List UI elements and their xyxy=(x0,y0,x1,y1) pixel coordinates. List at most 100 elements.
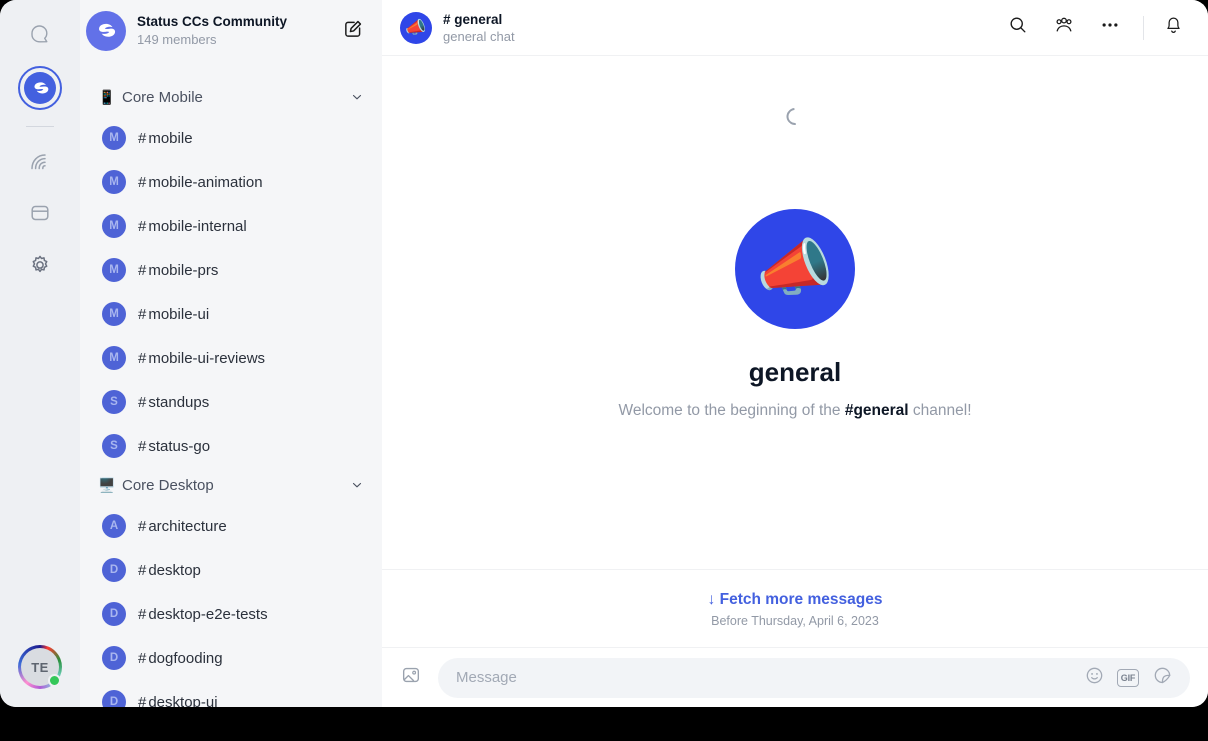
channel-list[interactable]: 📱 Core Mobile M # mobile M # mobile-animat… xyxy=(80,62,382,707)
more-options-button[interactable] xyxy=(1093,11,1127,45)
list-item[interactable]: S # status-go xyxy=(84,424,378,468)
hash-icon: # xyxy=(138,693,147,708)
channel-label: mobile-ui xyxy=(148,305,210,323)
rail-item-settings[interactable] xyxy=(20,245,60,285)
list-item[interactable]: M # mobile-ui-reviews xyxy=(84,336,378,380)
category-core-desktop[interactable]: 🖥️ Core Desktop xyxy=(80,468,382,502)
channel-intro-name: general xyxy=(748,357,842,387)
sticker-button[interactable] xyxy=(1148,664,1176,692)
hash-icon: # xyxy=(138,349,147,367)
channel-name: # standups xyxy=(138,394,209,411)
gear-icon xyxy=(28,253,52,277)
channel-name: # mobile xyxy=(138,130,193,147)
more-options-icon xyxy=(1099,14,1121,41)
channel-avatar: D xyxy=(102,646,126,670)
rail-item-status-community[interactable] xyxy=(18,66,62,110)
hash-icon: # xyxy=(138,605,147,623)
channel-name: # desktop-e2e-tests xyxy=(138,606,268,623)
hash-icon: # xyxy=(138,517,147,535)
channel-avatar: D xyxy=(102,558,126,582)
avatar[interactable]: TE xyxy=(18,645,62,689)
channel-sidebar: Status CCs Community 149 members 📱 Core … xyxy=(80,0,382,707)
search-icon xyxy=(1008,15,1028,40)
notifications-bell-icon xyxy=(1163,15,1184,41)
community-meta: Status CCs Community 149 members xyxy=(137,13,340,49)
welcome-suffix: channel! xyxy=(908,402,972,419)
channel-name: # desktop xyxy=(138,562,201,579)
rail-item-messages[interactable] xyxy=(20,14,60,54)
chevron-down-icon[interactable] xyxy=(350,90,364,104)
channel-label: architecture xyxy=(148,517,227,535)
list-item[interactable]: D # desktop xyxy=(84,548,378,592)
channel-intro-welcome: Welcome to the beginning of the #general… xyxy=(618,402,971,420)
rail-item-wallet[interactable] xyxy=(20,193,60,233)
message-input-container[interactable]: GIF xyxy=(438,657,1190,698)
loading-spinner xyxy=(783,104,807,129)
search-button[interactable] xyxy=(1001,11,1035,45)
channel-label: desktop-ui xyxy=(148,693,218,708)
community-name: Status CCs Community xyxy=(137,14,288,29)
mobile-phone-icon: 📱 xyxy=(98,88,116,105)
channel-avatar-megaphone: 📣 xyxy=(400,11,432,44)
chevron-down-icon[interactable] xyxy=(350,478,364,492)
communities-icon xyxy=(28,149,52,173)
members-button[interactable] xyxy=(1047,11,1081,45)
rail-item-communities[interactable] xyxy=(20,141,60,181)
channel-avatar: M xyxy=(102,302,126,326)
fetch-date-label: Before Thursday, April 6, 2023 xyxy=(711,614,879,628)
fetch-more-section: ↓ Fetch more messages Before Thursday, A… xyxy=(382,569,1208,647)
channel-label: mobile xyxy=(148,129,193,147)
notifications-button[interactable] xyxy=(1156,11,1190,45)
message-input[interactable] xyxy=(456,669,1074,686)
chat-header: 📣 # general general chat xyxy=(382,0,1208,56)
channel-label: status-go xyxy=(148,437,211,455)
channel-label: standups xyxy=(148,393,210,411)
channel-avatar: S xyxy=(102,390,126,414)
category-core-mobile[interactable]: 📱 Core Mobile xyxy=(80,80,382,114)
image-attach-icon xyxy=(400,664,422,691)
channel-avatar: M xyxy=(102,346,126,370)
hash-icon: # xyxy=(138,217,147,235)
fetch-more-label: Fetch more messages xyxy=(719,591,883,608)
community-member-count: 149 members xyxy=(137,32,217,47)
gif-button[interactable]: GIF xyxy=(1114,664,1142,692)
list-item[interactable]: D # desktop-ui xyxy=(84,680,378,707)
list-item[interactable]: M # mobile-internal xyxy=(84,204,378,248)
channel-avatar: S xyxy=(102,434,126,458)
channel-avatar: A xyxy=(102,514,126,538)
category-label: Core Mobile xyxy=(122,88,203,106)
welcome-prefix: Welcome to the beginning of the xyxy=(618,402,845,419)
community-header[interactable]: Status CCs Community 149 members xyxy=(80,0,382,62)
hash-icon: # xyxy=(138,393,147,411)
channel-avatar: D xyxy=(102,690,126,707)
channel-name: # desktop-ui xyxy=(138,694,218,708)
compose-button[interactable] xyxy=(340,18,366,44)
list-item[interactable]: D # dogfooding xyxy=(84,636,378,680)
list-item[interactable]: M # mobile-ui xyxy=(84,292,378,336)
rail-divider xyxy=(26,126,54,127)
fetch-more-messages-button[interactable]: ↓ Fetch more messages xyxy=(708,589,883,611)
attach-image-button[interactable] xyxy=(396,663,426,693)
hash-icon: # xyxy=(138,173,147,191)
list-item[interactable]: M # mobile-animation xyxy=(84,160,378,204)
channel-name: # status-go xyxy=(138,438,210,455)
hash-icon: # xyxy=(138,437,147,455)
hash-icon: # xyxy=(138,261,147,279)
list-item[interactable]: M # mobile-prs xyxy=(84,248,378,292)
channel-label: dogfooding xyxy=(148,649,223,667)
list-item[interactable]: M # mobile xyxy=(84,116,378,160)
hash-icon: # xyxy=(138,305,147,323)
page-title: # general xyxy=(443,11,503,27)
chat-subtitle: general chat xyxy=(443,28,515,44)
community-avatar xyxy=(86,11,126,51)
channel-avatar: M xyxy=(102,170,126,194)
channel-intro-avatar: 📣 xyxy=(735,209,855,329)
sticker-icon xyxy=(1152,665,1173,691)
channel-name: # dogfooding xyxy=(138,650,223,667)
list-item[interactable]: A # architecture xyxy=(84,504,378,548)
list-item[interactable]: S # standups xyxy=(84,380,378,424)
list-item[interactable]: D # desktop-e2e-tests xyxy=(84,592,378,636)
emoji-button[interactable] xyxy=(1080,664,1108,692)
channel-name: # mobile-animation xyxy=(138,174,263,191)
channel-name: # architecture xyxy=(138,518,227,535)
